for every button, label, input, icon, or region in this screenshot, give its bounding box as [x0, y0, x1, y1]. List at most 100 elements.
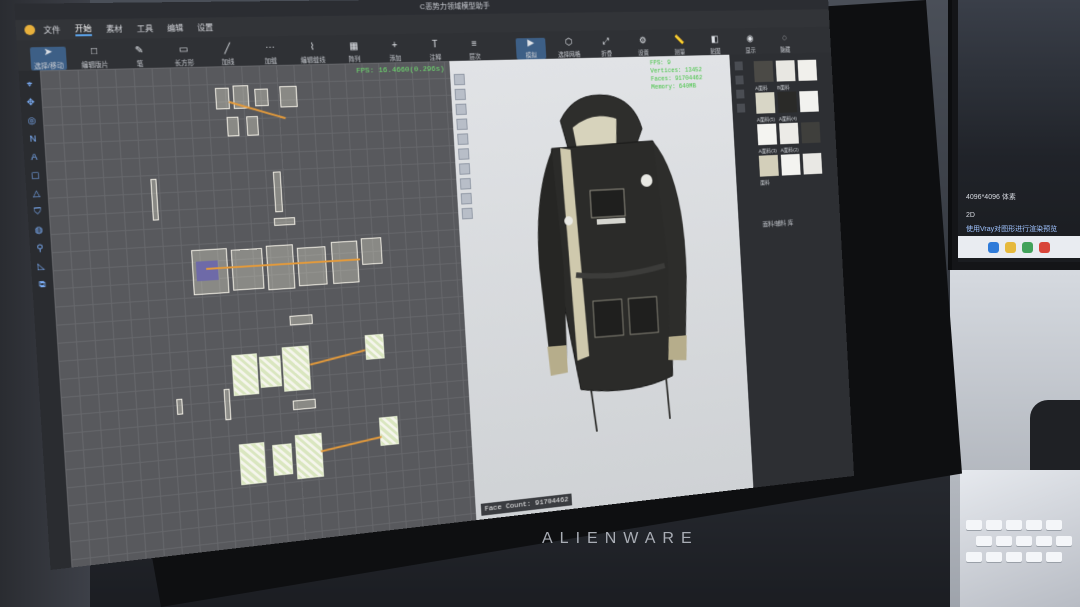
- tool-layer[interactable]: ≡ 层次: [459, 39, 491, 61]
- pattern-piece[interactable]: [226, 116, 240, 137]
- tool-settings[interactable]: ⚙ 设置: [628, 36, 657, 57]
- tool-simulate[interactable]: ▶ 模拟: [515, 37, 547, 60]
- triangle-icon[interactable]: △: [30, 188, 42, 200]
- library-tab-icon[interactable]: [736, 89, 745, 99]
- menu-item-file[interactable]: 文件: [43, 24, 61, 35]
- menu-item-material[interactable]: 素材: [106, 23, 123, 34]
- pattern-piece[interactable]: [364, 333, 385, 360]
- pattern-piece[interactable]: [296, 246, 328, 287]
- tool-measure[interactable]: 📏 测量: [665, 35, 694, 56]
- fold-small-icon[interactable]: ◺: [35, 261, 47, 273]
- fabric-swatch[interactable]: [780, 153, 801, 176]
- library-tab-icon[interactable]: [736, 103, 746, 113]
- fabric-swatch[interactable]: [753, 60, 774, 83]
- lasso-icon[interactable]: ◎: [26, 115, 38, 127]
- tool-annotate[interactable]: T 注释: [419, 40, 451, 62]
- tool-select-mesh[interactable]: ⬡ 选择网格: [554, 37, 584, 59]
- pattern-piece[interactable]: [214, 87, 230, 110]
- shield-icon[interactable]: ⛉: [32, 206, 44, 218]
- pattern-piece[interactable]: [230, 247, 265, 291]
- globe-icon[interactable]: ◍: [33, 224, 45, 236]
- fabric-swatch[interactable]: [775, 60, 796, 82]
- fabric-swatch[interactable]: [800, 121, 821, 144]
- tool-pen[interactable]: ✎ 笔: [122, 45, 158, 69]
- eye-off-icon: ◌: [781, 33, 788, 44]
- pattern-piece[interactable]: [292, 398, 317, 411]
- fabric-swatch[interactable]: [799, 90, 819, 113]
- pattern-piece[interactable]: [294, 432, 325, 480]
- pattern-piece[interactable]: [223, 388, 232, 421]
- mesh-icon: ⬡: [564, 37, 573, 48]
- view-tool-icon[interactable]: [453, 73, 466, 86]
- pattern-piece[interactable]: [378, 415, 400, 446]
- fabric-swatch[interactable]: [777, 91, 798, 113]
- pattern-piece[interactable]: [273, 217, 296, 226]
- tool-array[interactable]: ▦ 阵列: [338, 41, 371, 64]
- taskbar-app-icon[interactable]: [1022, 241, 1033, 253]
- view-tool-icon[interactable]: [457, 133, 469, 145]
- fabric-swatch[interactable]: [797, 59, 818, 81]
- tool-fold[interactable]: ⤢ 折叠: [591, 36, 621, 58]
- pattern-piece[interactable]: [272, 171, 284, 213]
- tool-rectangle[interactable]: ▭ 长方形: [166, 44, 201, 67]
- taskbar-app-icon[interactable]: [1039, 241, 1050, 253]
- tool-select-move[interactable]: ➤ 选择/移动: [29, 46, 68, 71]
- fabric-swatch[interactable]: [779, 122, 799, 145]
- text-tool-icon[interactable]: A: [28, 152, 40, 164]
- menu-item-edit[interactable]: 编辑: [167, 22, 184, 33]
- tool-edit-pattern[interactable]: □ 编辑版片: [76, 46, 113, 70]
- plus-icon: +: [391, 40, 398, 52]
- library-tab-icon[interactable]: [734, 61, 743, 71]
- fabric-swatch[interactable]: [758, 154, 779, 177]
- tool-texture[interactable]: ◧ 贴图: [701, 34, 730, 56]
- line-icon: ╱: [223, 43, 231, 55]
- view-tool-icon[interactable]: [461, 207, 473, 220]
- tool-add-seam[interactable]: ⋯ 加缝: [253, 43, 287, 66]
- pattern-2d-viewport[interactable]: FPS: 16.4660(0.296s): [39, 61, 477, 568]
- transform-icon[interactable]: ✥: [25, 97, 37, 108]
- pattern-piece[interactable]: [272, 443, 294, 476]
- pin-icon[interactable]: ⚲: [34, 242, 46, 254]
- tool-hide[interactable]: ◌ 隐藏: [771, 33, 799, 54]
- pattern-piece[interactable]: [254, 88, 269, 107]
- menu-item-settings[interactable]: 设置: [197, 22, 214, 33]
- pattern-piece[interactable]: [289, 314, 313, 326]
- pattern-piece[interactable]: [281, 345, 312, 392]
- garment-3d-viewport[interactable]: FPS: 9 Vertices: 13452 Faces: 91704462 Mem…: [449, 54, 754, 521]
- fabric-swatch[interactable]: [802, 152, 823, 175]
- pattern-piece[interactable]: [265, 244, 296, 291]
- pattern-piece[interactable]: [360, 237, 383, 265]
- jacket-model[interactable]: [513, 81, 702, 453]
- pattern-piece[interactable]: [330, 240, 360, 285]
- box-icon[interactable]: ▢: [29, 170, 41, 182]
- view-tool-icon[interactable]: [454, 88, 466, 101]
- select-icon[interactable]: ⌖: [23, 79, 35, 90]
- view-tool-icon[interactable]: [460, 192, 473, 205]
- pattern-piece[interactable]: [279, 85, 298, 108]
- pattern-piece[interactable]: [258, 355, 283, 388]
- pattern-piece[interactable]: [231, 353, 260, 397]
- fabric-swatch[interactable]: [757, 123, 778, 146]
- taskbar-app-icon[interactable]: [1005, 241, 1016, 253]
- tool-add-line[interactable]: ╱ 加线: [210, 43, 245, 67]
- fabric-swatch[interactable]: [755, 92, 776, 114]
- taskbar-app-icon[interactable]: [988, 241, 999, 253]
- tool-edit-seam[interactable]: ⌇ 编辑缝线: [296, 42, 330, 65]
- view-tool-icon[interactable]: [458, 148, 470, 160]
- menu-item-tools[interactable]: 工具: [136, 23, 154, 34]
- view-tool-icon[interactable]: [459, 177, 472, 190]
- library-tab-icon[interactable]: [735, 75, 744, 85]
- view-tool-icon[interactable]: [456, 118, 468, 131]
- pattern-piece[interactable]: [238, 442, 267, 486]
- copy-icon[interactable]: ⧉: [36, 279, 48, 291]
- view-tool-icon[interactable]: [455, 103, 467, 116]
- pattern-piece[interactable]: [176, 398, 184, 415]
- curve-icon[interactable]: N: [27, 133, 39, 145]
- app-logo-icon[interactable]: [24, 24, 36, 36]
- menu-item-start[interactable]: 开始: [74, 22, 93, 36]
- tool-add[interactable]: + 添加: [379, 40, 412, 63]
- view-tool-icon[interactable]: [458, 163, 471, 175]
- tool-show[interactable]: ◉ 显示: [736, 34, 764, 55]
- pattern-piece[interactable]: [246, 116, 259, 136]
- pattern-piece[interactable]: [150, 178, 159, 221]
